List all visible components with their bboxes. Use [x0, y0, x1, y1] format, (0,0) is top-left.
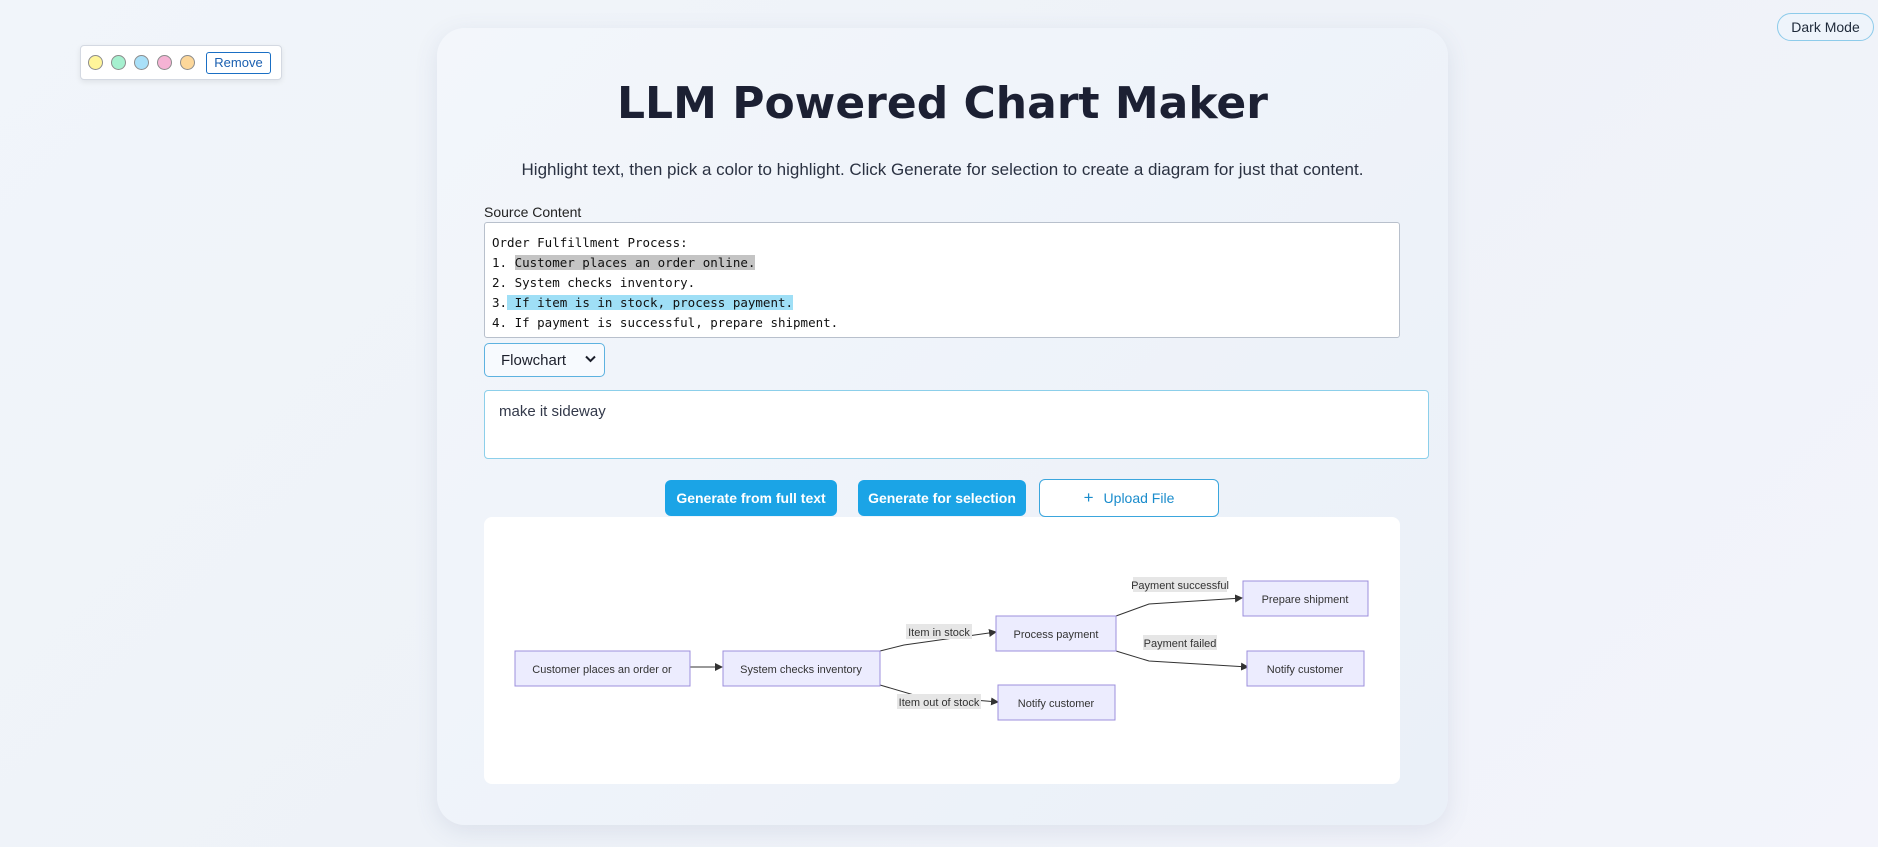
remove-highlight-button[interactable]: Remove: [206, 51, 271, 74]
edge-payment-failed: [1115, 650, 1249, 671]
node-process-payment[interactable]: Process payment: [995, 615, 1117, 652]
generate-selection-button[interactable]: Generate for selection: [858, 480, 1026, 516]
source-line-text: 1.: [492, 255, 515, 270]
node-label: Prepare shipment: [1262, 594, 1349, 606]
source-content-label: Source Content: [484, 204, 582, 220]
dark-mode-toggle[interactable]: Dark Mode: [1777, 13, 1874, 41]
source-line: 3. If item is in stock, process payment.: [492, 293, 1392, 313]
swatch-green[interactable]: [111, 55, 126, 70]
edge-label-text: Payment successful: [1131, 580, 1229, 592]
node-notify-customer-stock[interactable]: Notify customer: [997, 684, 1116, 721]
edge-label-payment-failed: Payment failed: [1143, 635, 1217, 650]
source-line: 1. Customer places an order online.: [492, 253, 1392, 273]
source-line: Order Fulfillment Process:: [492, 233, 1392, 253]
node-label: Customer places an order or: [532, 664, 672, 676]
edge-label-payment-successful: Payment successful: [1131, 577, 1229, 592]
edge-label-out-of-stock: Item out of stock: [897, 694, 981, 709]
highlight-palette: Remove: [80, 45, 282, 80]
source-line: 4. If payment is successful, prepare shi…: [492, 313, 1392, 333]
edge-payment-successful: [1115, 594, 1243, 617]
highlighted-text: If item is in stock, process payment.: [507, 295, 794, 310]
page-subtitle: Highlight text, then pick a color to hig…: [521, 160, 1364, 179]
swatch-yellow[interactable]: [88, 55, 103, 70]
chart-type-select[interactable]: Flowchart: [484, 343, 605, 377]
node-label: Process payment: [1014, 629, 1099, 641]
swatch-orange[interactable]: [180, 55, 195, 70]
edge-label-text: Item in stock: [908, 627, 970, 639]
highlighted-text: Customer places an order online.: [514, 255, 756, 270]
source-line-text: 2. System checks inventory.: [492, 275, 696, 290]
node-prepare-shipment[interactable]: Prepare shipment: [1242, 580, 1369, 617]
upload-file-button[interactable]: + Upload File: [1039, 479, 1219, 517]
swatch-blue[interactable]: [134, 55, 149, 70]
edge-label-text: Item out of stock: [899, 697, 980, 709]
node-customer[interactable]: Customer places an order or: [514, 650, 691, 687]
chevron-down-icon: [585, 354, 596, 366]
node-label: System checks inventory: [740, 664, 862, 676]
diagram-panel: Item in stock Item out of stock Payment …: [484, 517, 1400, 784]
source-line-text: 4. If payment is successful, prepare shi…: [492, 315, 839, 330]
node-notify-customer-payment[interactable]: Notify customer: [1246, 650, 1365, 687]
flowchart-diagram: Item in stock Item out of stock Payment …: [514, 577, 1369, 721]
source-line: 2. System checks inventory.: [492, 273, 1392, 293]
swatch-pink[interactable]: [157, 55, 172, 70]
edge-label-in-stock: Item in stock: [906, 624, 972, 639]
upload-file-label: Upload File: [1103, 490, 1175, 506]
node-label: Notify customer: [1267, 664, 1344, 676]
node-label: Notify customer: [1018, 698, 1095, 710]
node-inventory[interactable]: System checks inventory: [722, 650, 881, 687]
source-content-editor[interactable]: Order Fulfillment Process: 1. Customer p…: [484, 222, 1400, 338]
source-line-text: Order Fulfillment Process:: [492, 235, 688, 250]
chart-type-value: Flowchart: [501, 351, 567, 369]
prompt-input[interactable]: make it sideway: [484, 390, 1429, 459]
plus-icon: +: [1083, 488, 1094, 507]
generate-full-text-button[interactable]: Generate from full text: [665, 480, 837, 516]
page-title: LLM Powered Chart Maker: [617, 78, 1268, 129]
source-line-text: 3.: [492, 295, 508, 310]
edge-label-text: Payment failed: [1144, 638, 1217, 650]
